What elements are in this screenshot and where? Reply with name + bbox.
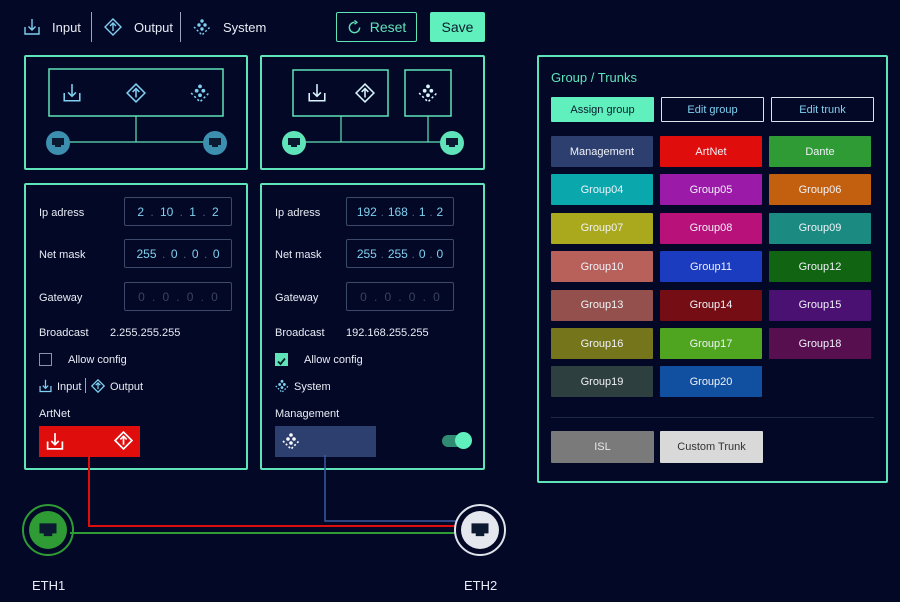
- ethernet-icon: [29, 511, 67, 549]
- edit-group-button[interactable]: Edit group: [661, 97, 764, 122]
- eth1-port[interactable]: [22, 504, 74, 556]
- assign-group-button[interactable]: Assign group: [551, 97, 654, 122]
- custom-trunk-button[interactable]: Custom Trunk: [660, 431, 763, 463]
- group-button[interactable]: Group05: [660, 174, 762, 206]
- group-button[interactable]: Group10: [551, 251, 653, 283]
- group-button[interactable]: Dante: [769, 136, 871, 167]
- group-button[interactable]: Group06: [769, 174, 871, 206]
- group-trunks-panel: Group / Trunks Assign group Edit group E…: [537, 55, 888, 483]
- artnet-wire: [88, 455, 456, 527]
- isl-button[interactable]: ISL: [551, 431, 654, 463]
- eth1-label: ETH1: [32, 578, 66, 593]
- group-button[interactable]: Group09: [769, 212, 871, 244]
- group-button[interactable]: Group13: [551, 289, 653, 321]
- group-button[interactable]: Group18: [769, 328, 871, 359]
- group-button[interactable]: Group07: [551, 212, 653, 244]
- edit-trunk-button[interactable]: Edit trunk: [771, 97, 874, 122]
- group-button[interactable]: Group20: [660, 366, 762, 398]
- group-button[interactable]: Group08: [660, 212, 762, 244]
- group-button[interactable]: Group04: [551, 174, 653, 206]
- group-button[interactable]: Group11: [660, 251, 762, 283]
- panel-title: Group / Trunks: [551, 70, 637, 85]
- group-button[interactable]: Management: [551, 136, 653, 167]
- group-button[interactable]: Group15: [769, 289, 871, 321]
- group-button[interactable]: Group17: [660, 328, 762, 359]
- management-wire: [324, 455, 456, 522]
- eth2-label: ETH2: [464, 578, 498, 593]
- divider: [551, 417, 874, 418]
- ethernet-icon: [461, 511, 499, 549]
- eth2-port[interactable]: [454, 504, 506, 556]
- group-button[interactable]: Group14: [660, 289, 762, 321]
- group-button[interactable]: ArtNet: [660, 136, 762, 167]
- group-button[interactable]: Group12: [769, 251, 871, 283]
- group-button[interactable]: Group19: [551, 366, 653, 398]
- group-button[interactable]: Group16: [551, 328, 653, 359]
